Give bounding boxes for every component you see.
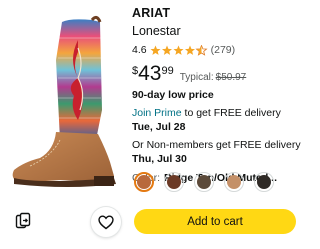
prime-delivery-message: Join Prime to get FREE delivery Tue, Jul… [132,106,304,134]
price-block: $ 43 99 Typical: $50.97 [132,63,304,87]
rating-row[interactable]: 4.6 (279) [132,43,304,57]
swatch-color [197,175,211,189]
join-prime-link[interactable]: Join Prime [132,107,182,119]
swatch-color [137,175,151,189]
add-to-cart-button[interactable]: Add to cart [134,209,296,234]
heart-icon [98,214,114,229]
color-swatch[interactable] [254,172,274,192]
product-details: ARIAT Lonestar 4.6 (279) $ 43 99 Typical… [132,6,304,185]
swatch-color [167,175,181,189]
cowboy-boot-image [12,15,116,187]
rating-count: (279) [210,44,236,56]
typical-price-value: $50.97 [215,72,247,83]
color-swatch[interactable] [194,172,214,192]
swatch-color [257,175,271,189]
product-card[interactable]: ARIAT Lonestar 4.6 (279) $ 43 99 Typical… [0,0,308,249]
color-swatch[interactable] [224,172,244,192]
color-swatch[interactable] [164,172,184,192]
color-swatch-selected[interactable] [134,172,154,192]
price-fraction: 99 [161,65,174,77]
star-icon [150,44,207,55]
rating-value: 4.6 [132,44,147,56]
share-icon [15,212,31,229]
nonmember-delivery-date: Thu, Jul 30 [132,153,187,165]
nonmember-delivery-text: Or Non-members get FREE delivery [132,139,301,151]
product-title[interactable]: Lonestar [132,23,304,39]
typical-price-label: Typical: [179,72,214,83]
star-rating [150,44,208,56]
prime-delivery-date: Tue, Jul 28 [132,121,186,133]
wishlist-button[interactable] [91,207,121,237]
color-swatches [134,172,274,192]
product-image[interactable] [0,0,130,205]
swatch-color [227,175,241,189]
prime-delivery-text: to get FREE delivery [181,107,281,119]
deal-badge: 90-day low price [132,89,214,101]
product-brand[interactable]: ARIAT [132,6,304,21]
nonmember-delivery-message: Or Non-members get FREE delivery Thu, Ju… [132,138,304,166]
share-button[interactable] [12,210,34,232]
price-whole: 43 [138,62,162,85]
